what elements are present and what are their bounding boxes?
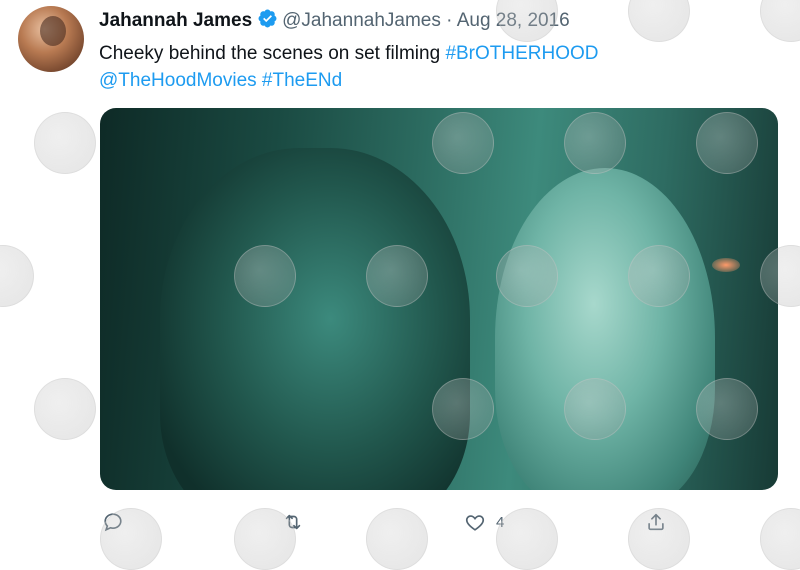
like-count: 4: [496, 513, 505, 531]
media-figure-right: [495, 168, 715, 490]
tweet-header: Jahannah James @JahannahJames · Aug 28, 2…: [99, 8, 570, 36]
meta-separator: ·: [446, 10, 453, 31]
hashtag-brotherhood-link[interactable]: #BrOTHERHOOD: [445, 43, 598, 64]
avatar[interactable]: [18, 6, 84, 72]
share-button[interactable]: [645, 505, 667, 539]
watermark-globe-icon: [34, 378, 96, 440]
tweet-text: Cheeky behind the scenes on set filming …: [99, 40, 779, 94]
media-figure-left: [160, 148, 470, 490]
tweet-actions: 4: [0, 505, 800, 539]
retweet-button[interactable]: [282, 505, 304, 539]
watermark-globe-icon: [0, 245, 34, 307]
verified-badge-icon: [257, 8, 278, 36]
tweet-date[interactable]: Aug 28, 2016: [457, 10, 570, 31]
watermark-globe-icon: [34, 112, 96, 174]
tweet-card: Jahannah James @JahannahJames · Aug 28, 2…: [0, 0, 800, 570]
hashtag-theend-link[interactable]: #TheENd: [262, 70, 342, 91]
like-icon: [465, 515, 485, 531]
retweet-icon: [285, 514, 301, 530]
user-handle[interactable]: @JahannahJames: [282, 10, 441, 31]
reply-button[interactable]: [102, 505, 124, 539]
tweet-media-image[interactable]: [100, 108, 778, 490]
watermark-globe-icon: [628, 0, 690, 42]
display-name[interactable]: Jahannah James: [99, 10, 252, 31]
tweet-text-plain: Cheeky behind the scenes on set filming: [99, 43, 446, 64]
reply-icon: [104, 513, 122, 532]
mention-thehoodmovies-link[interactable]: @TheHoodMovies: [99, 70, 257, 91]
media-light-glint: [712, 258, 740, 272]
watermark-globe-icon: [760, 0, 800, 42]
share-icon: [648, 513, 664, 531]
like-button[interactable]: 4: [464, 505, 504, 539]
